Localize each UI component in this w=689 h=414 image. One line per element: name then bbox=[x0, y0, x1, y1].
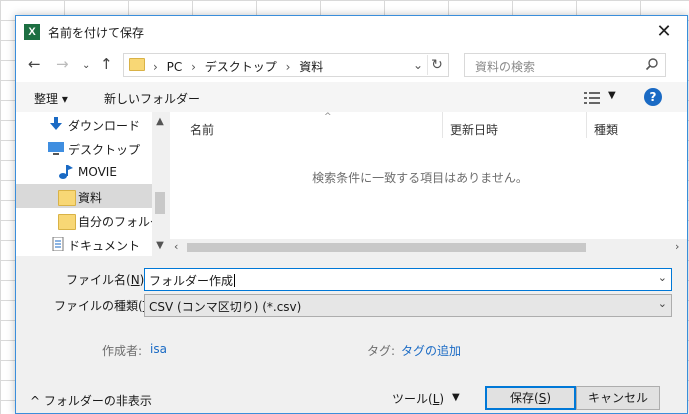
filename-value: フォルダー作成 bbox=[149, 274, 236, 288]
scroll-down-icon[interactable]: ▼ bbox=[152, 240, 168, 251]
scroll-up-icon[interactable]: ▲ bbox=[152, 116, 168, 127]
sidebar-item-shiryo[interactable]: 資料 bbox=[16, 184, 152, 208]
sidebar-item-label: ドキュメント bbox=[68, 239, 141, 253]
navigation-bar: ← → ⌄ ↑ › PC › デスクトップ › 資料 ⌄ ↻ 資料の検索 bbox=[16, 48, 687, 82]
scroll-right-icon[interactable]: › bbox=[675, 240, 679, 253]
filetype-select[interactable]: CSV (コンマ区切り) (*.csv) ⌄ bbox=[144, 294, 672, 317]
breadcrumb-desktop[interactable]: デスクトップ bbox=[205, 60, 277, 74]
cancel-button[interactable]: キャンセル bbox=[576, 386, 660, 410]
folder-shortcut-icon bbox=[58, 214, 76, 230]
author-value[interactable]: isa bbox=[150, 342, 167, 356]
file-list: ^ 名前 更新日時 種類 検索条件に一致する項目はありません。 ‹ › bbox=[170, 112, 687, 256]
forward-arrow-icon[interactable]: → bbox=[56, 56, 69, 72]
sidebar-item-my-folder[interactable]: 自分のフォルダ- bbox=[16, 208, 166, 232]
sidebar-item-label: 資料 bbox=[78, 191, 103, 205]
sidebar-item-label: デスクトップ bbox=[68, 143, 141, 157]
tags-label: タグ: bbox=[367, 344, 396, 358]
up-arrow-icon[interactable]: ↑ bbox=[100, 56, 113, 72]
excel-icon: X bbox=[24, 24, 40, 40]
tools-button[interactable]: ツール(L) bbox=[392, 390, 444, 407]
breadcrumb-pc[interactable]: PC bbox=[167, 60, 183, 74]
sidebar-item-label: MOVIE bbox=[78, 165, 117, 179]
sidebar-item-desktop[interactable]: デスクトップ bbox=[16, 136, 152, 160]
chevron-down-icon[interactable]: ⌄ bbox=[410, 55, 426, 75]
search-icon bbox=[645, 58, 658, 71]
column-divider[interactable] bbox=[586, 112, 587, 138]
filename-field[interactable]: フォルダー作成 ⌄ bbox=[144, 268, 672, 291]
sidebar-item-label: ダウンロード bbox=[68, 119, 141, 133]
chevron-right-icon: › bbox=[153, 60, 158, 74]
download-arrow-icon bbox=[50, 117, 62, 130]
column-divider[interactable] bbox=[442, 112, 443, 138]
hide-folders-label: フォルダーの非表示 bbox=[43, 394, 152, 408]
document-icon bbox=[52, 237, 64, 251]
navigation-pane: ダウンロード デスクトップ MOVIE 資料 自分のフォルダ- ドキュメント ▲… bbox=[16, 112, 168, 256]
chevron-right-icon: › bbox=[285, 60, 291, 74]
view-dropdown-icon[interactable]: ▼ bbox=[608, 90, 616, 101]
back-arrow-icon[interactable]: ← bbox=[28, 56, 41, 72]
sidebar-item-downloads[interactable]: ダウンロード bbox=[16, 112, 152, 136]
column-header-modified[interactable]: 更新日時 bbox=[450, 121, 498, 138]
desktop-icon bbox=[48, 142, 64, 155]
view-options-icon[interactable] bbox=[584, 92, 600, 104]
search-input[interactable]: 資料の検索 bbox=[464, 53, 666, 77]
chevron-down-icon[interactable]: ⌄ bbox=[658, 297, 667, 310]
new-folder-button[interactable]: 新しいフォルダー bbox=[104, 90, 200, 107]
organize-button[interactable]: 整理 ▾ bbox=[34, 90, 68, 107]
refresh-icon[interactable]: ↻ bbox=[427, 55, 446, 75]
window-title: 名前を付けて保存 bbox=[48, 26, 145, 40]
scrollbar-thumb[interactable] bbox=[187, 243, 586, 252]
help-icon[interactable]: ? bbox=[644, 88, 662, 106]
empty-message: 検索条件に一致する項目はありません。 bbox=[312, 171, 528, 185]
breadcrumb: › PC › デスクトップ › 資料 bbox=[148, 58, 323, 75]
recent-locations-chevron-icon[interactable]: ⌄ bbox=[82, 58, 90, 74]
tags-value[interactable]: タグの追加 bbox=[401, 342, 461, 359]
folder-icon bbox=[58, 190, 76, 206]
column-header-type[interactable]: 種類 bbox=[594, 121, 618, 138]
sidebar-scrollbar[interactable]: ▲ ▼ bbox=[152, 112, 168, 256]
filename-label: ファイル名(N): bbox=[66, 273, 148, 287]
scrollbar-thumb[interactable] bbox=[155, 192, 165, 214]
title-bar: X 名前を付けて保存 ✕ bbox=[16, 16, 687, 48]
search-placeholder: 資料の検索 bbox=[475, 60, 536, 74]
breadcrumb-shiryo[interactable]: 資料 bbox=[299, 60, 323, 74]
hide-folders-toggle[interactable]: ^ フォルダーの非表示 bbox=[30, 392, 152, 409]
sidebar-item-documents[interactable]: ドキュメント bbox=[16, 232, 152, 256]
sort-ascending-icon: ^ bbox=[324, 112, 332, 122]
author-label: 作成者: bbox=[102, 344, 143, 358]
chevron-right-icon: › bbox=[191, 60, 196, 74]
address-bar[interactable]: › PC › デスクトップ › 資料 ⌄ ↻ bbox=[123, 53, 449, 77]
filetype-value: CSV (コンマ区切り) (*.csv) bbox=[149, 300, 302, 314]
command-toolbar: 整理 ▾ 新しいフォルダー ▼ ? bbox=[16, 82, 687, 112]
save-form: ファイル名(N): フォルダー作成 ⌄ ファイルの種類(T): CSV (コンマ… bbox=[16, 256, 687, 413]
music-note-icon bbox=[59, 165, 73, 179]
save-button[interactable]: 保存(S) bbox=[485, 386, 576, 410]
sidebar-item-movie[interactable]: MOVIE bbox=[16, 160, 152, 184]
chevron-down-icon[interactable]: ⌄ bbox=[658, 271, 667, 284]
scroll-left-icon[interactable]: ‹ bbox=[174, 240, 178, 253]
close-button[interactable]: ✕ bbox=[641, 16, 687, 48]
chevron-up-icon: ^ bbox=[30, 394, 41, 408]
folder-icon bbox=[129, 58, 145, 71]
tools-dropdown-icon[interactable]: ▼ bbox=[452, 392, 460, 403]
save-as-dialog: X 名前を付けて保存 ✕ ← → ⌄ ↑ › PC › デスクトップ › 資料 … bbox=[15, 15, 688, 414]
horizontal-scrollbar[interactable]: ‹ › bbox=[170, 239, 687, 256]
column-header-name[interactable]: 名前 bbox=[190, 121, 214, 138]
